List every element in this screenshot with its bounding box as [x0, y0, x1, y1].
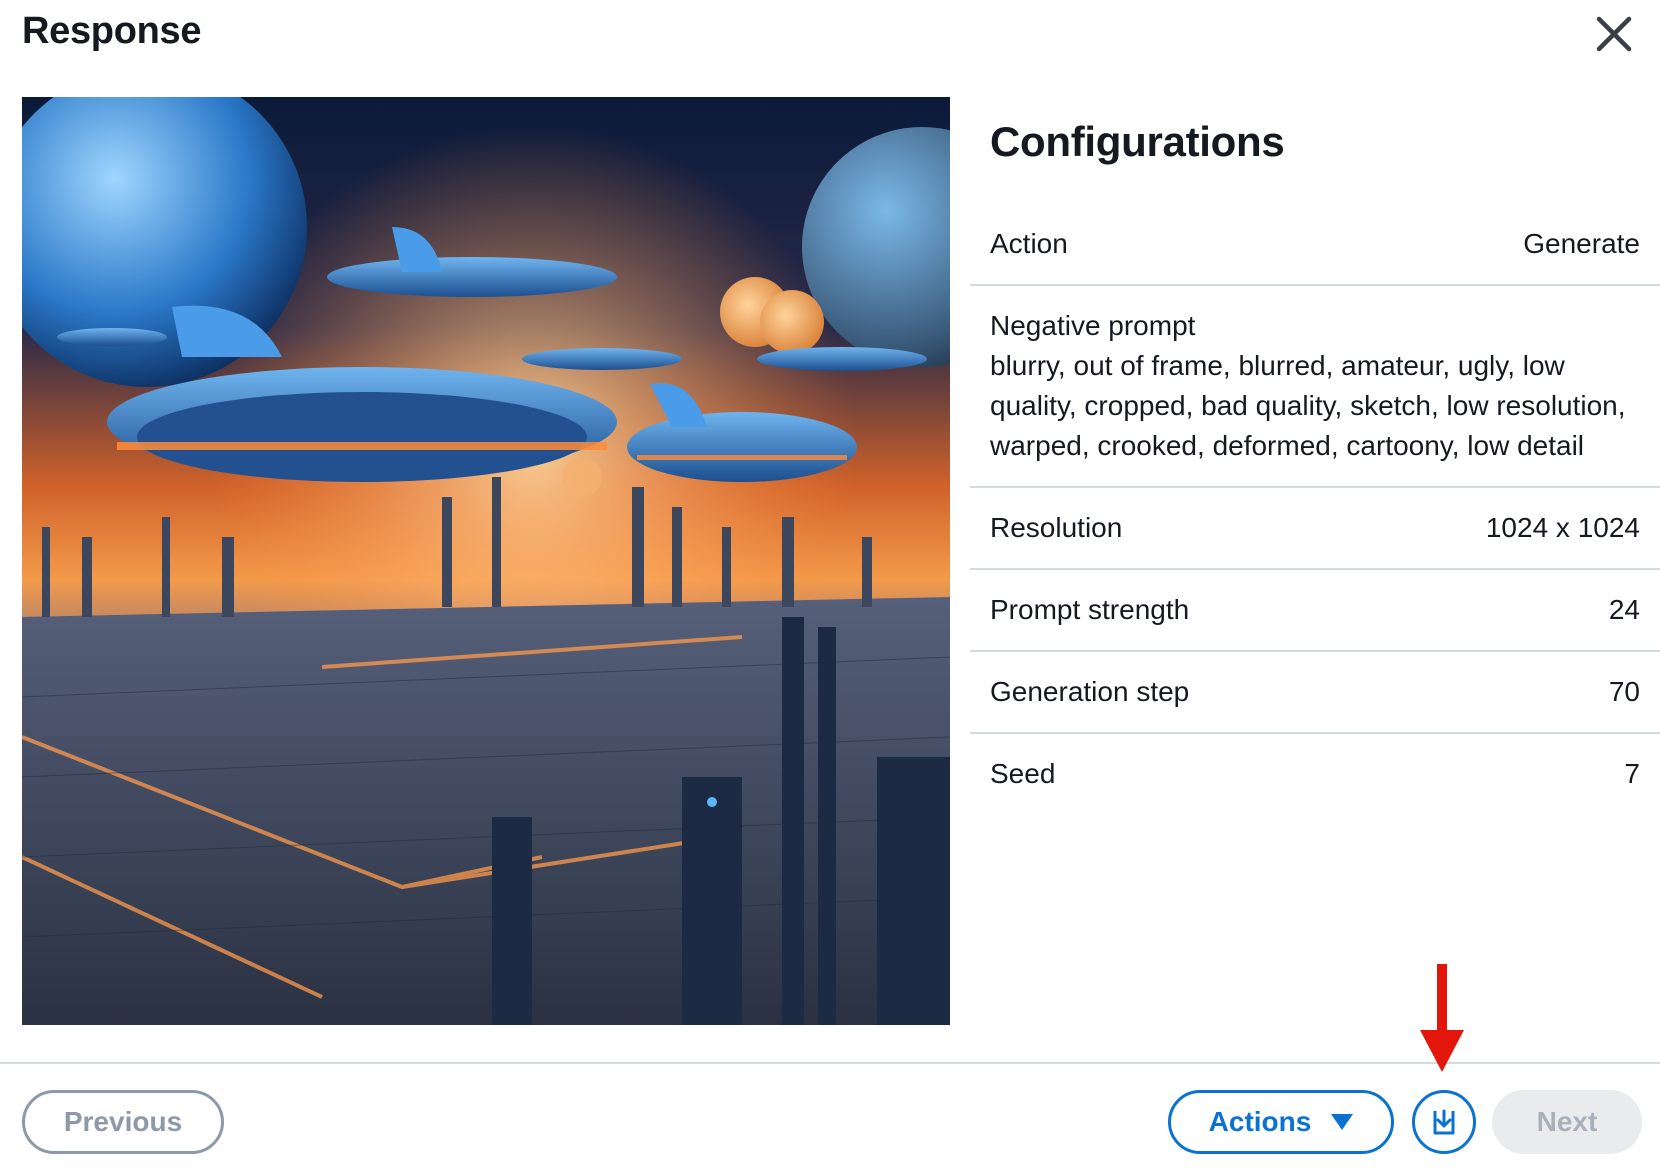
configurations-title: Configurations [990, 118, 1285, 165]
config-label: Generation step [990, 676, 1190, 707]
config-label: Action [990, 228, 1068, 259]
config-value: Generate [1523, 228, 1640, 259]
footer-divider [0, 1062, 1660, 1064]
config-value: 24 [1608, 594, 1640, 625]
config-value: 70 [1608, 676, 1640, 707]
config-row-action: Action Generate [970, 204, 1660, 286]
config-row-seed: Seed 7 [970, 734, 1660, 814]
config-row-resolution: Resolution 1024 x 1024 [970, 488, 1660, 570]
config-row-prompt-strength: Prompt strength 24 [970, 570, 1660, 652]
download-icon [1433, 1109, 1455, 1135]
modal-title: Response [22, 10, 202, 52]
config-label: Seed [990, 758, 1056, 789]
config-value: blurry, out of frame, blurred, amateur, … [990, 350, 1626, 461]
configurations-list: Action Generate Negative prompt blurry, … [970, 204, 1660, 814]
config-label: Resolution [990, 512, 1123, 543]
red-arrow-icon [1420, 964, 1464, 1072]
config-value: 7 [1624, 758, 1640, 789]
config-row-generation-step: Generation step 70 [970, 652, 1660, 734]
close-icon [1596, 16, 1632, 52]
close-button[interactable] [1594, 14, 1634, 54]
actions-label: Actions [1208, 1106, 1312, 1137]
generated-image [22, 97, 950, 1025]
actions-dropdown-button[interactable]: Actions [1168, 1090, 1394, 1154]
config-label: Negative prompt [990, 310, 1196, 341]
config-value: 1024 x 1024 [1485, 512, 1640, 543]
config-row-negative-prompt: Negative prompt blurry, out of frame, bl… [970, 286, 1660, 488]
previous-button[interactable]: Previous [22, 1090, 224, 1154]
config-label: Prompt strength [990, 594, 1190, 625]
caret-down-icon [1331, 1114, 1354, 1130]
response-modal: Response Configurations Action Generate … [0, 0, 1660, 1168]
next-button[interactable]: Next [1492, 1090, 1642, 1154]
download-button[interactable] [1412, 1090, 1476, 1154]
